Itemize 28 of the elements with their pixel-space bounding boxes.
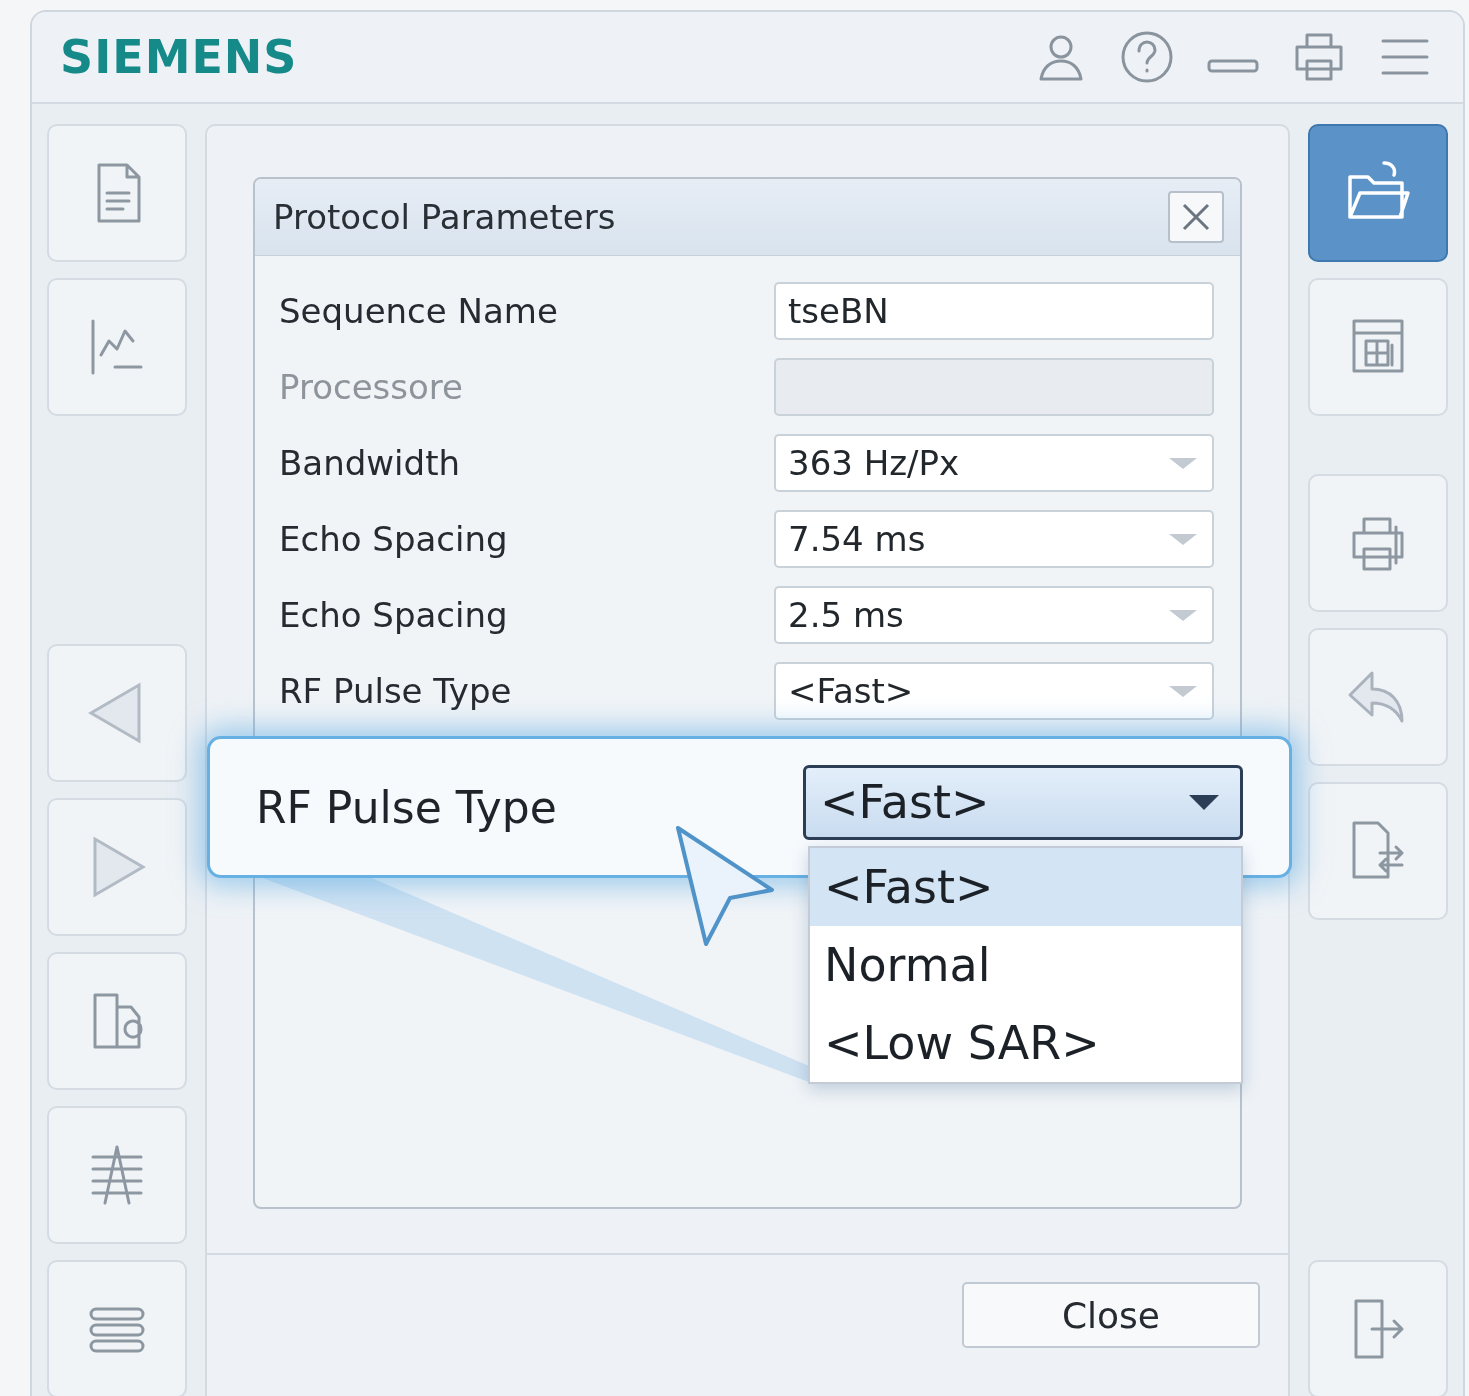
dropdown-option[interactable]: <Low SAR> — [810, 1004, 1241, 1082]
dropdown-field[interactable]: 2.5 ms — [774, 586, 1214, 644]
caret-icon — [1168, 456, 1198, 470]
caret-icon — [1168, 684, 1198, 698]
field-label: RF Pulse Type — [256, 781, 558, 833]
field-label: Processore — [279, 367, 464, 407]
dropdown-field[interactable]: 7.54 ms — [774, 510, 1214, 568]
close-icon — [1181, 202, 1211, 232]
close-button[interactable]: Close — [962, 1282, 1260, 1348]
caret-icon — [1168, 532, 1198, 546]
field-label: Bandwidth — [279, 443, 461, 483]
field-label: Echo Spacing — [279, 595, 509, 635]
dropdown-field[interactable]: <Fast> — [774, 662, 1214, 720]
dropdown-option[interactable]: <Fast> — [810, 848, 1241, 926]
field-label: Echo Spacing — [279, 519, 509, 559]
field-label: Sequence Name — [279, 291, 559, 331]
logo: SIEMENS — [60, 30, 298, 84]
close-button[interactable] — [1168, 191, 1224, 243]
caret-icon — [1168, 608, 1198, 622]
caret-icon — [1188, 793, 1220, 811]
dropdown-field[interactable]: 363 Hz/Px — [774, 434, 1214, 492]
dropdown-field[interactable]: <Fast> — [803, 764, 1243, 840]
dialog-title: Protocol Parameters — [273, 197, 616, 237]
input-field[interactable]: tseBN — [774, 282, 1214, 340]
field-label: RF Pulse Type — [279, 671, 513, 711]
dropdown-option[interactable]: Normal — [810, 926, 1241, 1004]
help-icon[interactable] — [1119, 29, 1175, 85]
toolbar-button[interactable] — [1308, 124, 1448, 262]
